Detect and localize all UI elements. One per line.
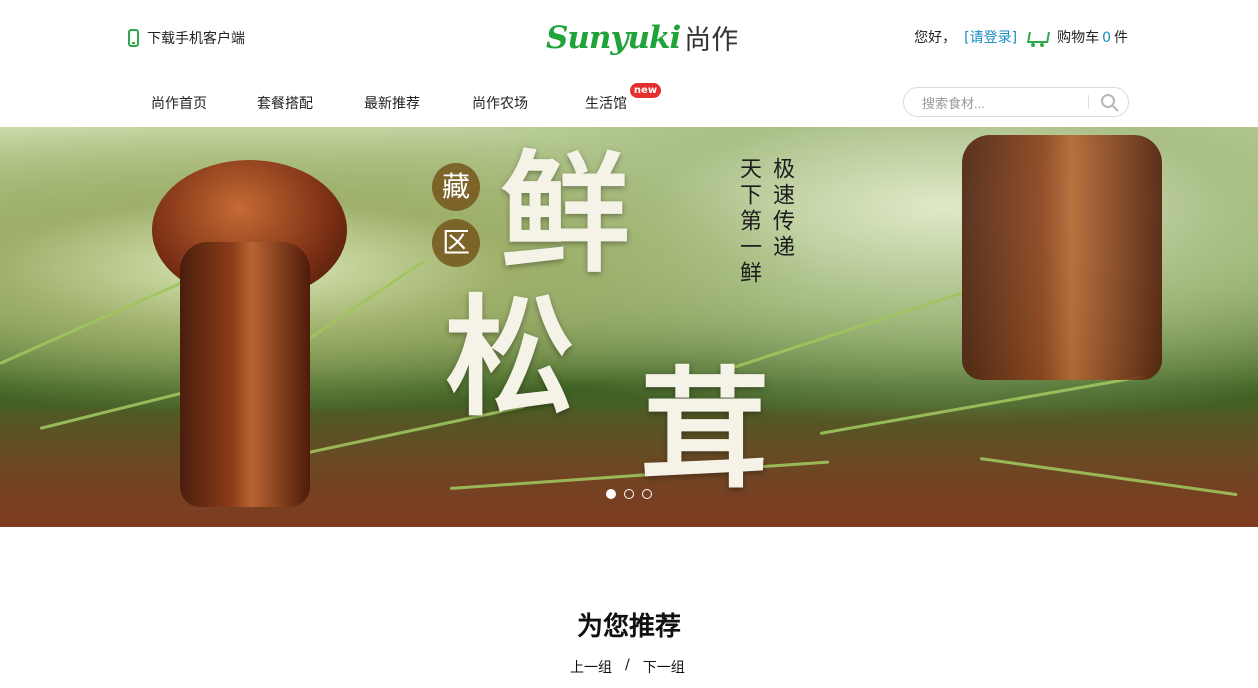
nav-item-home[interactable]: 尚作首页 bbox=[151, 93, 207, 113]
previous-group-link[interactable]: 上一组 bbox=[570, 657, 612, 677]
cart-unit: 件 bbox=[1114, 30, 1128, 46]
carousel-dot-1[interactable] bbox=[606, 489, 616, 499]
nav-item-farm[interactable]: 尚作农场 bbox=[472, 93, 528, 113]
mobile-app-download-link[interactable]: 下载手机客户端 bbox=[128, 28, 245, 48]
cart-label: 购物车 bbox=[1057, 30, 1100, 46]
nav-item-combo[interactable]: 套餐搭配 bbox=[257, 93, 313, 113]
banner-slogan-left: 天下第一鲜 bbox=[736, 157, 761, 287]
headline-char-xian: 鲜 bbox=[500, 137, 631, 290]
search-input[interactable] bbox=[920, 93, 1084, 113]
nav-item-latest[interactable]: 最新推荐 bbox=[364, 93, 420, 113]
cart-wheel-right bbox=[1040, 43, 1045, 47]
tag-zang: 藏 bbox=[432, 163, 480, 211]
site-logo[interactable]: Sunyuki 尚作 bbox=[546, 18, 738, 57]
pager-separator: / bbox=[625, 657, 630, 673]
headline-char-rong: 茸 bbox=[640, 353, 771, 506]
mushroom-stem-left bbox=[180, 242, 310, 507]
mushroom-right bbox=[962, 135, 1162, 380]
recommendation-pager: 上一组 / 下一组 bbox=[570, 657, 685, 677]
banner-slogan-right: 极速传递 bbox=[769, 157, 794, 261]
carousel-pagination bbox=[606, 489, 652, 499]
carousel-dot-3[interactable] bbox=[642, 489, 652, 499]
top-header: 下载手机客户端 Sunyuki 尚作 您好， [请登录] 购物车 0 件 bbox=[0, 0, 1258, 78]
recommendation-title: 为您推荐 bbox=[576, 612, 681, 642]
user-cart-area: 您好， [请登录] 购物车 0 件 bbox=[914, 27, 1128, 47]
greeting-text: 您好， bbox=[914, 30, 957, 46]
search-divider bbox=[1088, 95, 1089, 109]
search-icon[interactable] bbox=[1099, 93, 1121, 113]
new-badge: new bbox=[630, 83, 661, 98]
headline-char-song: 松 bbox=[445, 281, 576, 434]
login-link[interactable]: [请登录] bbox=[964, 27, 1017, 47]
phone-icon bbox=[128, 29, 139, 47]
cart-basket-shape bbox=[1027, 32, 1051, 43]
grass-blade bbox=[0, 276, 193, 365]
cart-link[interactable]: 购物车 0 件 bbox=[1057, 27, 1128, 47]
tag-qu: 区 bbox=[432, 219, 480, 267]
logo-chinese-text: 尚作 bbox=[684, 25, 739, 56]
mobile-app-download-label: 下载手机客户端 bbox=[147, 31, 245, 47]
cart-count: 0 bbox=[1102, 30, 1111, 46]
carousel-dot-2[interactable] bbox=[624, 489, 634, 499]
logo-english-text: Sunyuki bbox=[546, 19, 681, 56]
cart-icon[interactable] bbox=[1025, 27, 1051, 47]
hero-banner[interactable]: 藏 区 鲜 松 茸 极速传递 天下第一鲜 bbox=[0, 127, 1258, 527]
cart-wheel-left bbox=[1031, 43, 1036, 47]
search-box bbox=[903, 87, 1129, 117]
next-group-link[interactable]: 下一组 bbox=[643, 657, 685, 677]
nav-item-lifestyle[interactable]: 生活馆 bbox=[585, 93, 627, 113]
